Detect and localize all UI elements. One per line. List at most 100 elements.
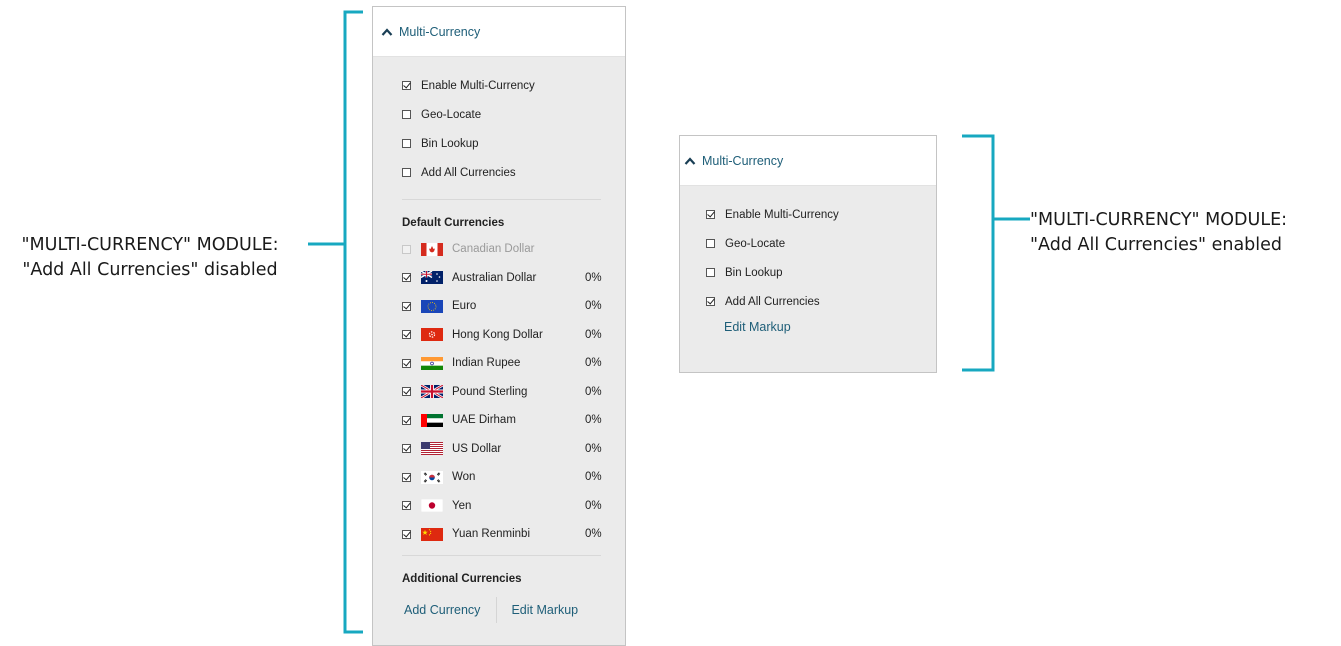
option-row: Add All Currencies [706, 287, 936, 316]
currency-markup-percent: 0% [585, 271, 602, 284]
currency-checkbox[interactable] [402, 529, 411, 539]
kr-flag-icon [421, 470, 443, 484]
currency-row: Indian Rupee 0% [402, 349, 625, 378]
currency-name: Euro [452, 300, 477, 313]
currency-name: Hong Kong Dollar [452, 328, 543, 341]
option-row: Enable Multi-Currency [402, 71, 625, 100]
currency-markup-percent: 0% [585, 528, 602, 541]
ca-flag-icon [421, 242, 443, 256]
currency-row: Hong Kong Dollar 0% [402, 321, 625, 350]
option-checkbox[interactable] [706, 268, 715, 277]
currency-name: Indian Rupee [452, 357, 521, 370]
currency-markup-percent: 0% [585, 414, 602, 427]
currency-row: Canadian Dollar [402, 235, 625, 264]
option-label: Enable Multi-Currency [725, 208, 839, 221]
option-row: Geo-Locate [402, 100, 625, 129]
currency-checkbox [402, 244, 411, 254]
currency-row: Yuan Renminbi 0% [402, 520, 625, 549]
divider [402, 199, 601, 200]
currency-markup-percent: 0% [585, 385, 602, 398]
currency-markup-percent: 0% [585, 471, 602, 484]
left-caption: "MULTI-CURRENCY" MODULE: "Add All Curren… [0, 233, 300, 283]
divider [402, 554, 601, 556]
currency-name: UAE Dirham [452, 414, 516, 427]
currency-name: Yen [452, 499, 472, 512]
chevron-up-icon [381, 27, 393, 36]
currency-markup-percent: 0% [585, 499, 602, 512]
currency-row: Pound Sterling 0% [402, 378, 625, 407]
currency-checkbox[interactable] [402, 444, 411, 454]
au-flag-icon [421, 271, 443, 285]
option-checkbox[interactable] [706, 210, 715, 219]
multi-currency-panel-enabled: Multi-Currency Enable Multi-Currency Geo-… [679, 135, 937, 373]
option-checkbox[interactable] [402, 110, 411, 119]
currency-row: UAE Dirham 0% [402, 406, 625, 435]
default-currencies-title: Default Currencies [402, 217, 505, 229]
currency-checkbox[interactable] [402, 415, 411, 425]
option-label: Bin Lookup [725, 266, 783, 279]
option-checkbox[interactable] [402, 139, 411, 148]
option-label: Geo-Locate [725, 237, 786, 250]
currency-row: Euro 0% [402, 292, 625, 321]
jp-flag-icon [421, 499, 443, 513]
additional-currencies-title: Additional Currencies [402, 572, 522, 585]
option-row: Geo-Locate [706, 229, 936, 258]
option-label: Bin Lookup [421, 137, 479, 150]
option-label: Geo-Locate [421, 108, 482, 121]
currency-name: Australian Dollar [452, 271, 537, 284]
currency-name: Canadian Dollar [452, 243, 535, 256]
panel-title: Multi-Currency [702, 153, 784, 168]
currency-checkbox[interactable] [402, 501, 411, 511]
currency-row: Australian Dollar 0% [402, 264, 625, 293]
option-label: Add All Currencies [421, 166, 516, 179]
currency-name: US Dollar [452, 442, 502, 455]
eu-flag-icon [421, 299, 443, 313]
currency-markup-percent: 0% [585, 328, 602, 341]
currency-markup-percent: 0% [585, 442, 602, 455]
right-caption-line2: "Add All Currencies" enabled [1030, 235, 1283, 255]
right-caption-line1: "MULTI-CURRENCY" MODULE: [1030, 210, 1288, 230]
panel-header[interactable]: Multi-Currency [373, 7, 625, 57]
currency-row: Yen 0% [402, 492, 625, 521]
gb-flag-icon [421, 385, 443, 399]
right-caption: "MULTI-CURRENCY" MODULE: "Add All Curren… [1030, 208, 1287, 258]
us-flag-icon [421, 442, 443, 456]
right-bracket [962, 134, 1030, 372]
option-row: Bin Lookup [706, 258, 936, 287]
in-flag-icon [421, 356, 443, 370]
currency-checkbox[interactable] [402, 301, 411, 311]
option-row: Enable Multi-Currency [706, 200, 936, 229]
panel-body: Enable Multi-Currency Geo-Locate Bin Looku… [680, 186, 936, 334]
currency-checkbox[interactable] [402, 358, 411, 368]
currency-markup-percent: 0% [585, 357, 602, 370]
link-separator [496, 596, 498, 623]
panel-header[interactable]: Multi-Currency [680, 136, 936, 186]
option-checkbox[interactable] [402, 168, 411, 177]
left-bracket [308, 10, 363, 634]
currency-checkbox[interactable] [402, 330, 411, 340]
currency-row: Won 0% [402, 463, 625, 492]
currency-checkbox[interactable] [402, 273, 411, 283]
edit-markup-link[interactable]: Edit Markup [511, 603, 578, 617]
option-checkbox[interactable] [706, 297, 715, 306]
add-currency-link[interactable]: Add Currency [404, 603, 480, 617]
currency-row: US Dollar 0% [402, 435, 625, 464]
option-checkbox[interactable] [402, 81, 411, 90]
option-label: Enable Multi-Currency [421, 79, 535, 92]
option-row: Bin Lookup [402, 129, 625, 158]
edit-markup-link[interactable]: Edit Markup [724, 320, 791, 334]
cn-flag-icon [421, 527, 443, 541]
left-caption-line1: "MULTI-CURRENCY" MODULE: [21, 235, 279, 255]
option-label: Add All Currencies [725, 295, 820, 308]
option-checkbox[interactable] [706, 239, 715, 248]
currency-markup-percent: 0% [585, 300, 602, 313]
currency-checkbox[interactable] [402, 472, 411, 482]
hk-flag-icon [421, 328, 443, 342]
currency-checkbox[interactable] [402, 387, 411, 397]
option-row: Add All Currencies [402, 158, 625, 187]
left-caption-line2: "Add All Currencies" disabled [22, 260, 278, 280]
chevron-up-icon [684, 156, 696, 165]
currency-name: Yuan Renminbi [452, 528, 530, 541]
currency-name: Pound Sterling [452, 385, 528, 398]
ae-flag-icon [421, 413, 443, 427]
